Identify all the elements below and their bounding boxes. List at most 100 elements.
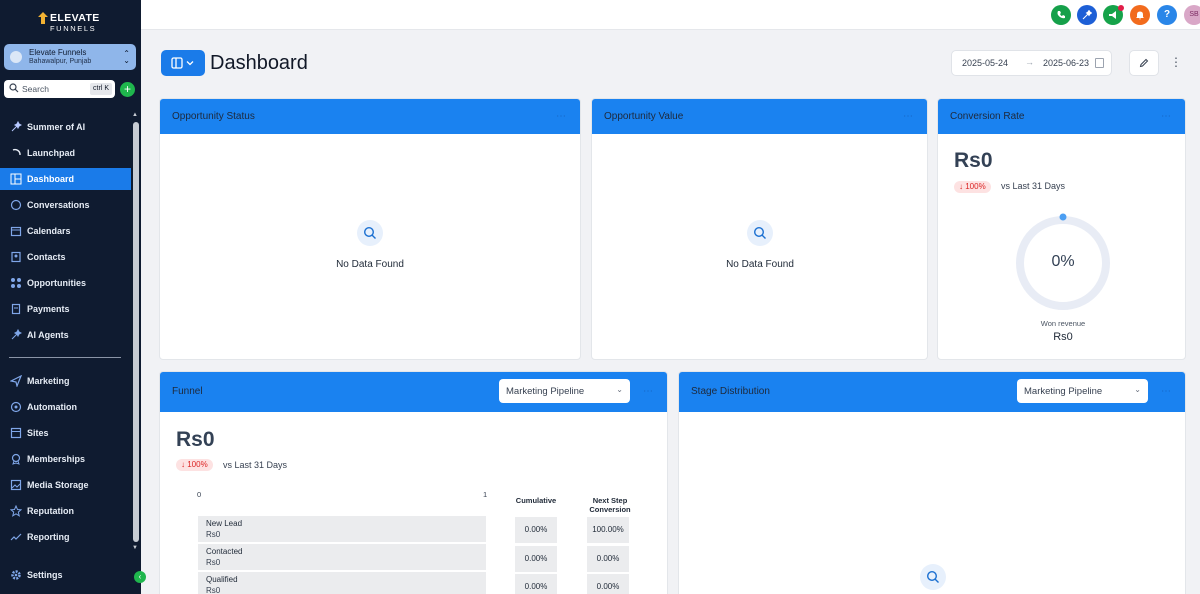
sidebar-item-conversations[interactable]: Conversations [0,194,131,216]
funnel-amount: Rs0 [176,428,215,451]
cumulative-cell: 0.00% [515,546,557,572]
sidebar-item-contacts[interactable]: Contacts [0,246,131,268]
card-title: Opportunity Value [604,111,684,122]
sidebar-item-reputation[interactable]: Reputation [0,500,131,522]
scroll-up-icon[interactable]: ▲ [132,112,138,118]
next-step-header-line2: Conversion [589,505,631,514]
sidebar-item-settings[interactable]: Settings [0,564,131,586]
account-name: Elevate Funnels [29,48,87,57]
conversion-percent: 0% [1051,253,1075,270]
calendar-icon [1095,58,1104,68]
sidebar-item-dashboard[interactable]: Dashboard [0,168,131,190]
empty-state-text: No Data Found [726,259,794,270]
sidebar-item-label: AI Agents [27,330,69,340]
search-icon [363,226,376,239]
sidebar-item-label: Media Storage [27,480,89,490]
sidebar-item-label: Summer of AI [27,122,86,132]
card-menu-icon[interactable]: ⋯ [1161,386,1171,397]
card-menu-icon[interactable]: ⋯ [556,111,566,122]
sidebar-item-label: Settings [27,570,63,580]
sidebar-item-payments[interactable]: Payments [0,298,131,320]
funnel-row[interactable]: New Lead Rs0 [198,516,486,542]
membership-icon [11,453,21,465]
change-badge: ↓ 100% [176,459,213,471]
sites-icon [10,427,22,439]
sidebar-item-automation[interactable]: Automation [0,396,131,418]
sidebar-item-label: Contacts [27,252,66,262]
user-avatar[interactable]: SB [1184,5,1200,25]
sidebar-item-label: Launchpad [27,148,76,158]
top-bar: ? SB [141,0,1200,30]
search-icon [926,570,939,583]
sidebar-item-label: Automation [27,402,77,412]
sidebar-item-calendars[interactable]: Calendars [0,220,131,242]
chevron-down-icon [186,61,194,66]
collapse-sidebar-button[interactable]: ‹ [134,571,146,583]
pipeline-select-value: Marketing Pipeline [506,386,585,397]
scroll-down-icon[interactable]: ▼ [132,545,138,551]
sidebar-item-launchpad[interactable]: Launchpad [0,142,131,164]
search-input[interactable]: Search ctrl K [4,80,115,98]
empty-state-icon [357,220,383,246]
funnel-row[interactable]: Qualified Rs0 [198,572,486,594]
card-header: Stage Distribution Marketing Pipeline ⌄ … [679,372,1185,412]
help-button[interactable]: ? [1157,5,1177,25]
dashboard-icon [10,173,22,185]
sidebar-item-media-storage[interactable]: Media Storage [0,474,131,496]
empty-state-icon [747,220,773,246]
brand-logo[interactable]: ELEVATE FUNNELS [38,10,108,34]
date-end: 2025-06-23 [1043,58,1090,68]
card-header: Opportunity Value ⋯ [592,99,927,134]
phone-button[interactable] [1051,5,1071,25]
date-range-picker[interactable]: 2025-05-24 → 2025-06-23 [951,50,1112,76]
card-title: Stage Distribution [691,386,770,397]
pipeline-select[interactable]: Marketing Pipeline ⌄ [499,379,630,403]
edit-dashboard-button[interactable] [1129,50,1159,76]
funnel-stage-value: Rs0 [206,530,221,539]
opportunity-value-card: Opportunity Value ⋯ No Data Found [591,98,928,360]
funnel-stage-name: Qualified [206,575,238,584]
sidebar-scroll-thumb[interactable] [133,122,139,542]
card-menu-icon[interactable]: ⋯ [643,386,653,397]
pencil-icon [1139,58,1149,68]
sidebar-item-label: Payments [27,304,70,314]
sidebar-item-opportunities[interactable]: Opportunities [0,272,131,294]
sidebar-item-ai-agents[interactable]: AI Agents [0,324,131,346]
sparkle-icon [11,121,22,132]
more-options-icon[interactable]: ⋮ [1170,55,1182,69]
sidebar-item-summer-of-ai[interactable]: Summer of AI [0,116,131,138]
cumulative-cell: 0.00% [515,574,557,594]
sidebar-item-label: Dashboard [27,174,75,184]
sidebar-item-label: Sites [27,428,49,438]
sidebar-item-memberships[interactable]: Memberships [0,448,131,470]
notifications-button[interactable] [1130,5,1150,25]
next-step-cell: 0.00% [587,574,629,594]
sidebar-item-label: Opportunities [27,278,86,288]
funnel-row[interactable]: Contacted Rs0 [198,544,486,570]
card-menu-icon[interactable]: ⋯ [1161,111,1171,122]
conversion-amount: Rs0 [954,149,993,172]
dashboard-switcher-button[interactable] [161,50,205,76]
bell-icon [1136,11,1144,20]
arrow-right-icon: → [1025,57,1034,67]
magic-button[interactable] [1077,5,1097,25]
sidebar-item-label: Reporting [27,532,70,542]
comparison-text: vs Last 31 Days [1001,181,1066,191]
next-step-header: Next Step Conversion [580,496,640,514]
card-title: Opportunity Status [172,111,255,122]
sidebar-item-sites[interactable]: Sites [0,422,131,444]
sidebar-item-reporting[interactable]: Reporting [0,526,131,548]
gauge-label: Won revenue [1040,319,1086,328]
chat-icon [10,199,22,211]
send-icon [10,375,22,387]
sidebar-item-marketing[interactable]: Marketing [0,370,131,392]
account-avatar-icon [10,51,22,63]
quick-add-button[interactable]: + [120,82,135,97]
account-switcher[interactable]: Elevate Funnels Bahawalpur, Punjab ⌃ ⌄ [4,44,136,70]
card-header: Opportunity Status ⋯ [160,99,580,134]
sidebar: ELEVATE FUNNELS Elevate Funnels Bahawalp… [0,0,146,594]
card-menu-icon[interactable]: ⋯ [903,111,913,122]
conversion-rate-card: Conversion Rate ⋯ Rs0 ↓ 100% vs Last 31 … [937,98,1186,360]
pipeline-select[interactable]: Marketing Pipeline ⌄ [1017,379,1148,403]
megaphone-icon [1109,11,1116,19]
